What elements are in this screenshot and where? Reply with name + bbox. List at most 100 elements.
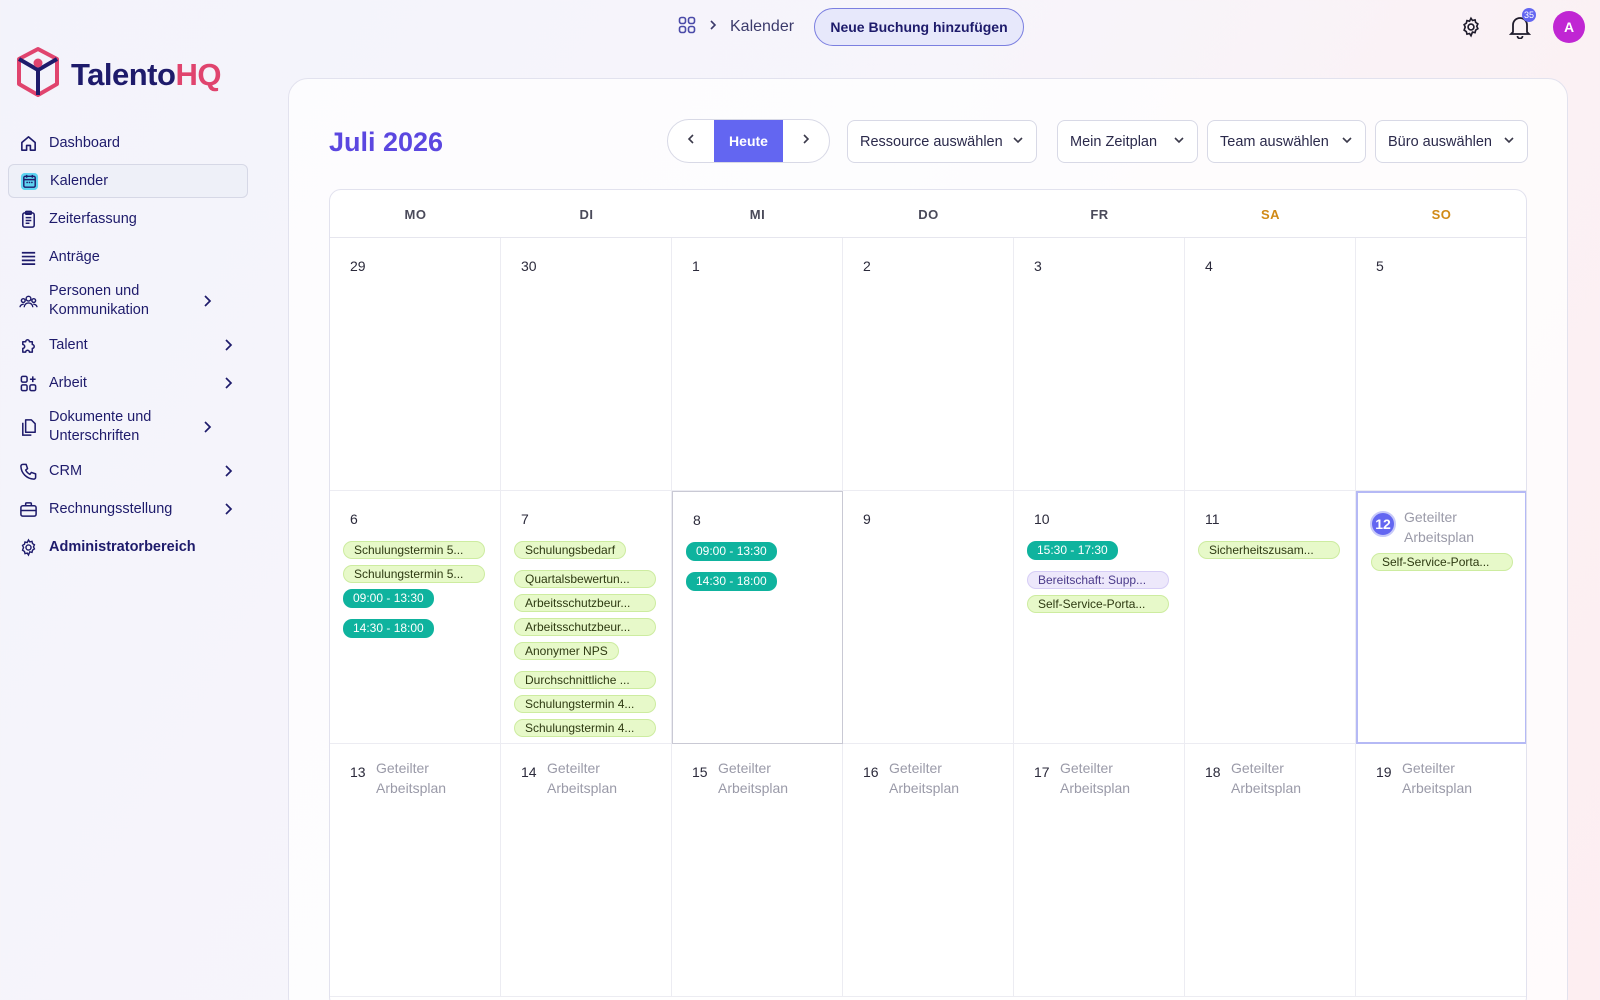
breadcrumb-current[interactable]: Kalender	[730, 18, 794, 36]
calendar-event[interactable]: Schulungsbedarf	[514, 541, 627, 559]
time-slot-event[interactable]: 09:00 - 13:30	[686, 542, 777, 561]
chevron-right-icon	[220, 337, 236, 353]
calendar-day-cell[interactable]: 16 Geteilter Arbeitsplan	[843, 744, 1014, 997]
today-button[interactable]: Heute	[714, 120, 783, 162]
time-slot-event[interactable]: 14:30 - 18:00	[686, 572, 777, 591]
brand-name: TalentoHQ	[71, 56, 221, 92]
calendar-event[interactable]: Schulungstermin 4...	[514, 719, 656, 737]
chevron-right-icon	[708, 18, 718, 36]
calendar-day-cell[interactable]: 13 Geteilter Arbeitsplan	[330, 744, 501, 997]
event-row: 14:30 - 18:00	[686, 572, 831, 602]
calendar-day-cell[interactable]: 4	[1185, 238, 1356, 491]
sidebar-item-label: Anträge	[49, 248, 100, 265]
weekday-header-mo: MO	[404, 206, 427, 222]
filter-dropdown-buero-auswaehlen[interactable]: Büro auswählen	[1375, 120, 1528, 163]
calendar-day-cell[interactable]: 5	[1356, 238, 1526, 491]
event-row: Schulungsbedarf	[514, 541, 659, 570]
calendar-day-cell[interactable]: 30	[501, 238, 672, 491]
brand-logo[interactable]: TalentoHQ	[15, 46, 221, 103]
sidebar-item-label: Kalender	[50, 172, 109, 189]
next-month-button[interactable]	[783, 120, 829, 162]
sidebar-item-crm[interactable]: CRM	[8, 454, 248, 488]
calendar-day-cell[interactable]: 1	[672, 238, 843, 491]
add-booking-button[interactable]: Neue Buchung hinzufügen	[814, 8, 1024, 46]
day-number: 15	[692, 764, 708, 780]
chevron-right-icon	[199, 293, 215, 309]
calendar-event[interactable]: Bereitschaft: Supp...	[1027, 571, 1169, 589]
calendar-event[interactable]: Schulungstermin 4...	[514, 695, 656, 713]
calendar-event[interactable]: Arbeitsschutzbeur...	[514, 594, 656, 612]
calendar-day-cell[interactable]: 3	[1014, 238, 1185, 491]
sidebar-item-administratorbereich[interactable]: Administratorbereich	[8, 530, 248, 564]
calendar-day-cell[interactable]: 14 Geteilter Arbeitsplan	[501, 744, 672, 997]
event-row: 14:30 - 18:00	[343, 619, 488, 649]
day-number: 1	[692, 258, 700, 274]
settings-gear-icon[interactable]	[1458, 14, 1484, 40]
calendar-event[interactable]: Durchschnittliche ...	[514, 671, 656, 689]
chevron-right-icon	[220, 375, 236, 391]
chevron-right-icon	[220, 501, 236, 517]
puzzle-icon	[18, 335, 38, 355]
shared-schedule-note: Geteilter Arbeitsplan	[1402, 760, 1473, 796]
sidebar-item-dokumente-und-unterschriften[interactable]: Dokumente und Unterschriften	[8, 404, 248, 450]
calendar-event[interactable]: Schulungstermin 5...	[343, 565, 485, 583]
day-number: 7	[521, 511, 529, 527]
chevron-right-icon	[199, 419, 215, 435]
calendar-day-cell[interactable]: 8 09:00 - 13:30 14:30 - 18:00	[672, 491, 843, 744]
filter-dropdown-mein-zeitplan[interactable]: Mein Zeitplan	[1057, 120, 1198, 163]
calendar-event[interactable]: Arbeitsschutzbeur...	[514, 618, 656, 636]
today-day-number: 12	[1370, 511, 1396, 537]
calendar-day-cell[interactable]: 7 Schulungsbedarf Quartalsbewertun... Arbei…	[501, 491, 672, 744]
event-row: Schulungstermin 4...	[514, 719, 659, 737]
sidebar-item-antraege[interactable]: Anträge	[8, 240, 248, 274]
chevron-left-icon	[686, 132, 696, 150]
event-row: Sicherheitszusam...	[1198, 541, 1343, 559]
calendar-day-cell[interactable]: 17 Geteilter Arbeitsplan	[1014, 744, 1185, 997]
sidebar-item-zeiterfassung[interactable]: Zeiterfassung	[8, 202, 248, 236]
calendar-day-cell[interactable]: 29	[330, 238, 501, 491]
sidebar-item-kalender[interactable]: Kalender	[8, 164, 248, 198]
sidebar-item-label: Administratorbereich	[49, 538, 196, 555]
shared-schedule-note: Geteilter Arbeitsplan	[376, 760, 447, 796]
event-row: Durchschnittliche ...	[514, 671, 659, 689]
people-icon	[18, 291, 38, 311]
user-avatar[interactable]: A	[1553, 11, 1585, 43]
calendar-day-cell[interactable]: 10 15:30 - 17:30 Bereitschaft: Supp... Self…	[1014, 491, 1185, 744]
day-number: 16	[863, 764, 879, 780]
home-icon	[18, 133, 38, 153]
calendar-event[interactable]: Schulungstermin 5...	[343, 541, 485, 559]
calendar-day-cell[interactable]: 11 Sicherheitszusam...	[1185, 491, 1356, 744]
sidebar-item-dashboard[interactable]: Dashboard	[8, 126, 248, 160]
sidebar-item-label: Talent	[49, 336, 88, 353]
chevron-down-icon	[1503, 134, 1515, 150]
chevron-down-icon	[1173, 134, 1185, 150]
filter-dropdown-team-auswaehlen[interactable]: Team auswählen	[1207, 120, 1366, 163]
day-events: Schulungsbedarf Quartalsbewertun... Arbeit…	[514, 541, 659, 743]
calendar-day-cell[interactable]: 12 Geteilter Arbeitsplan Self-Service-Port…	[1356, 491, 1526, 744]
calendar-day-cell[interactable]: 6 Schulungstermin 5... Schulungstermin 5..…	[330, 491, 501, 744]
calendar-day-cell[interactable]: 15 Geteilter Arbeitsplan	[672, 744, 843, 997]
previous-month-button[interactable]	[668, 120, 714, 162]
shared-schedule-note: Geteilter Arbeitsplan	[1231, 760, 1302, 796]
sidebar-item-personen-und-kommunikation[interactable]: Personen und Kommunikation	[8, 278, 248, 324]
filter-dropdown-label: Team auswählen	[1220, 133, 1329, 150]
sidebar-item-arbeit[interactable]: Arbeit	[8, 366, 248, 400]
calendar-event[interactable]: Anonymer NPS	[514, 642, 619, 660]
calendar-event[interactable]: Self-Service-Porta...	[1027, 595, 1169, 613]
calendar-event[interactable]: Sicherheitszusam...	[1198, 541, 1340, 559]
apps-grid-icon[interactable]	[678, 16, 696, 39]
time-slot-event[interactable]: 09:00 - 13:30	[343, 589, 434, 608]
phone-icon	[18, 461, 38, 481]
filter-dropdown-ressource-auswaehlen[interactable]: Ressource auswählen	[847, 120, 1037, 163]
calendar-event[interactable]: Quartalsbewertun...	[514, 570, 656, 588]
time-slot-event[interactable]: 14:30 - 18:00	[343, 619, 434, 638]
calendar-day-cell[interactable]: 9	[843, 491, 1014, 744]
calendar-event[interactable]: Self-Service-Porta...	[1371, 553, 1513, 571]
time-slot-event[interactable]: 15:30 - 17:30	[1027, 541, 1118, 560]
calendar-day-cell[interactable]: 19 Geteilter Arbeitsplan	[1356, 744, 1526, 997]
apps-icon	[18, 373, 38, 393]
sidebar-item-talent[interactable]: Talent	[8, 328, 248, 362]
calendar-day-cell[interactable]: 18 Geteilter Arbeitsplan	[1185, 744, 1356, 997]
calendar-day-cell[interactable]: 2	[843, 238, 1014, 491]
sidebar-item-rechnungsstellung[interactable]: Rechnungsstellung	[8, 492, 248, 526]
